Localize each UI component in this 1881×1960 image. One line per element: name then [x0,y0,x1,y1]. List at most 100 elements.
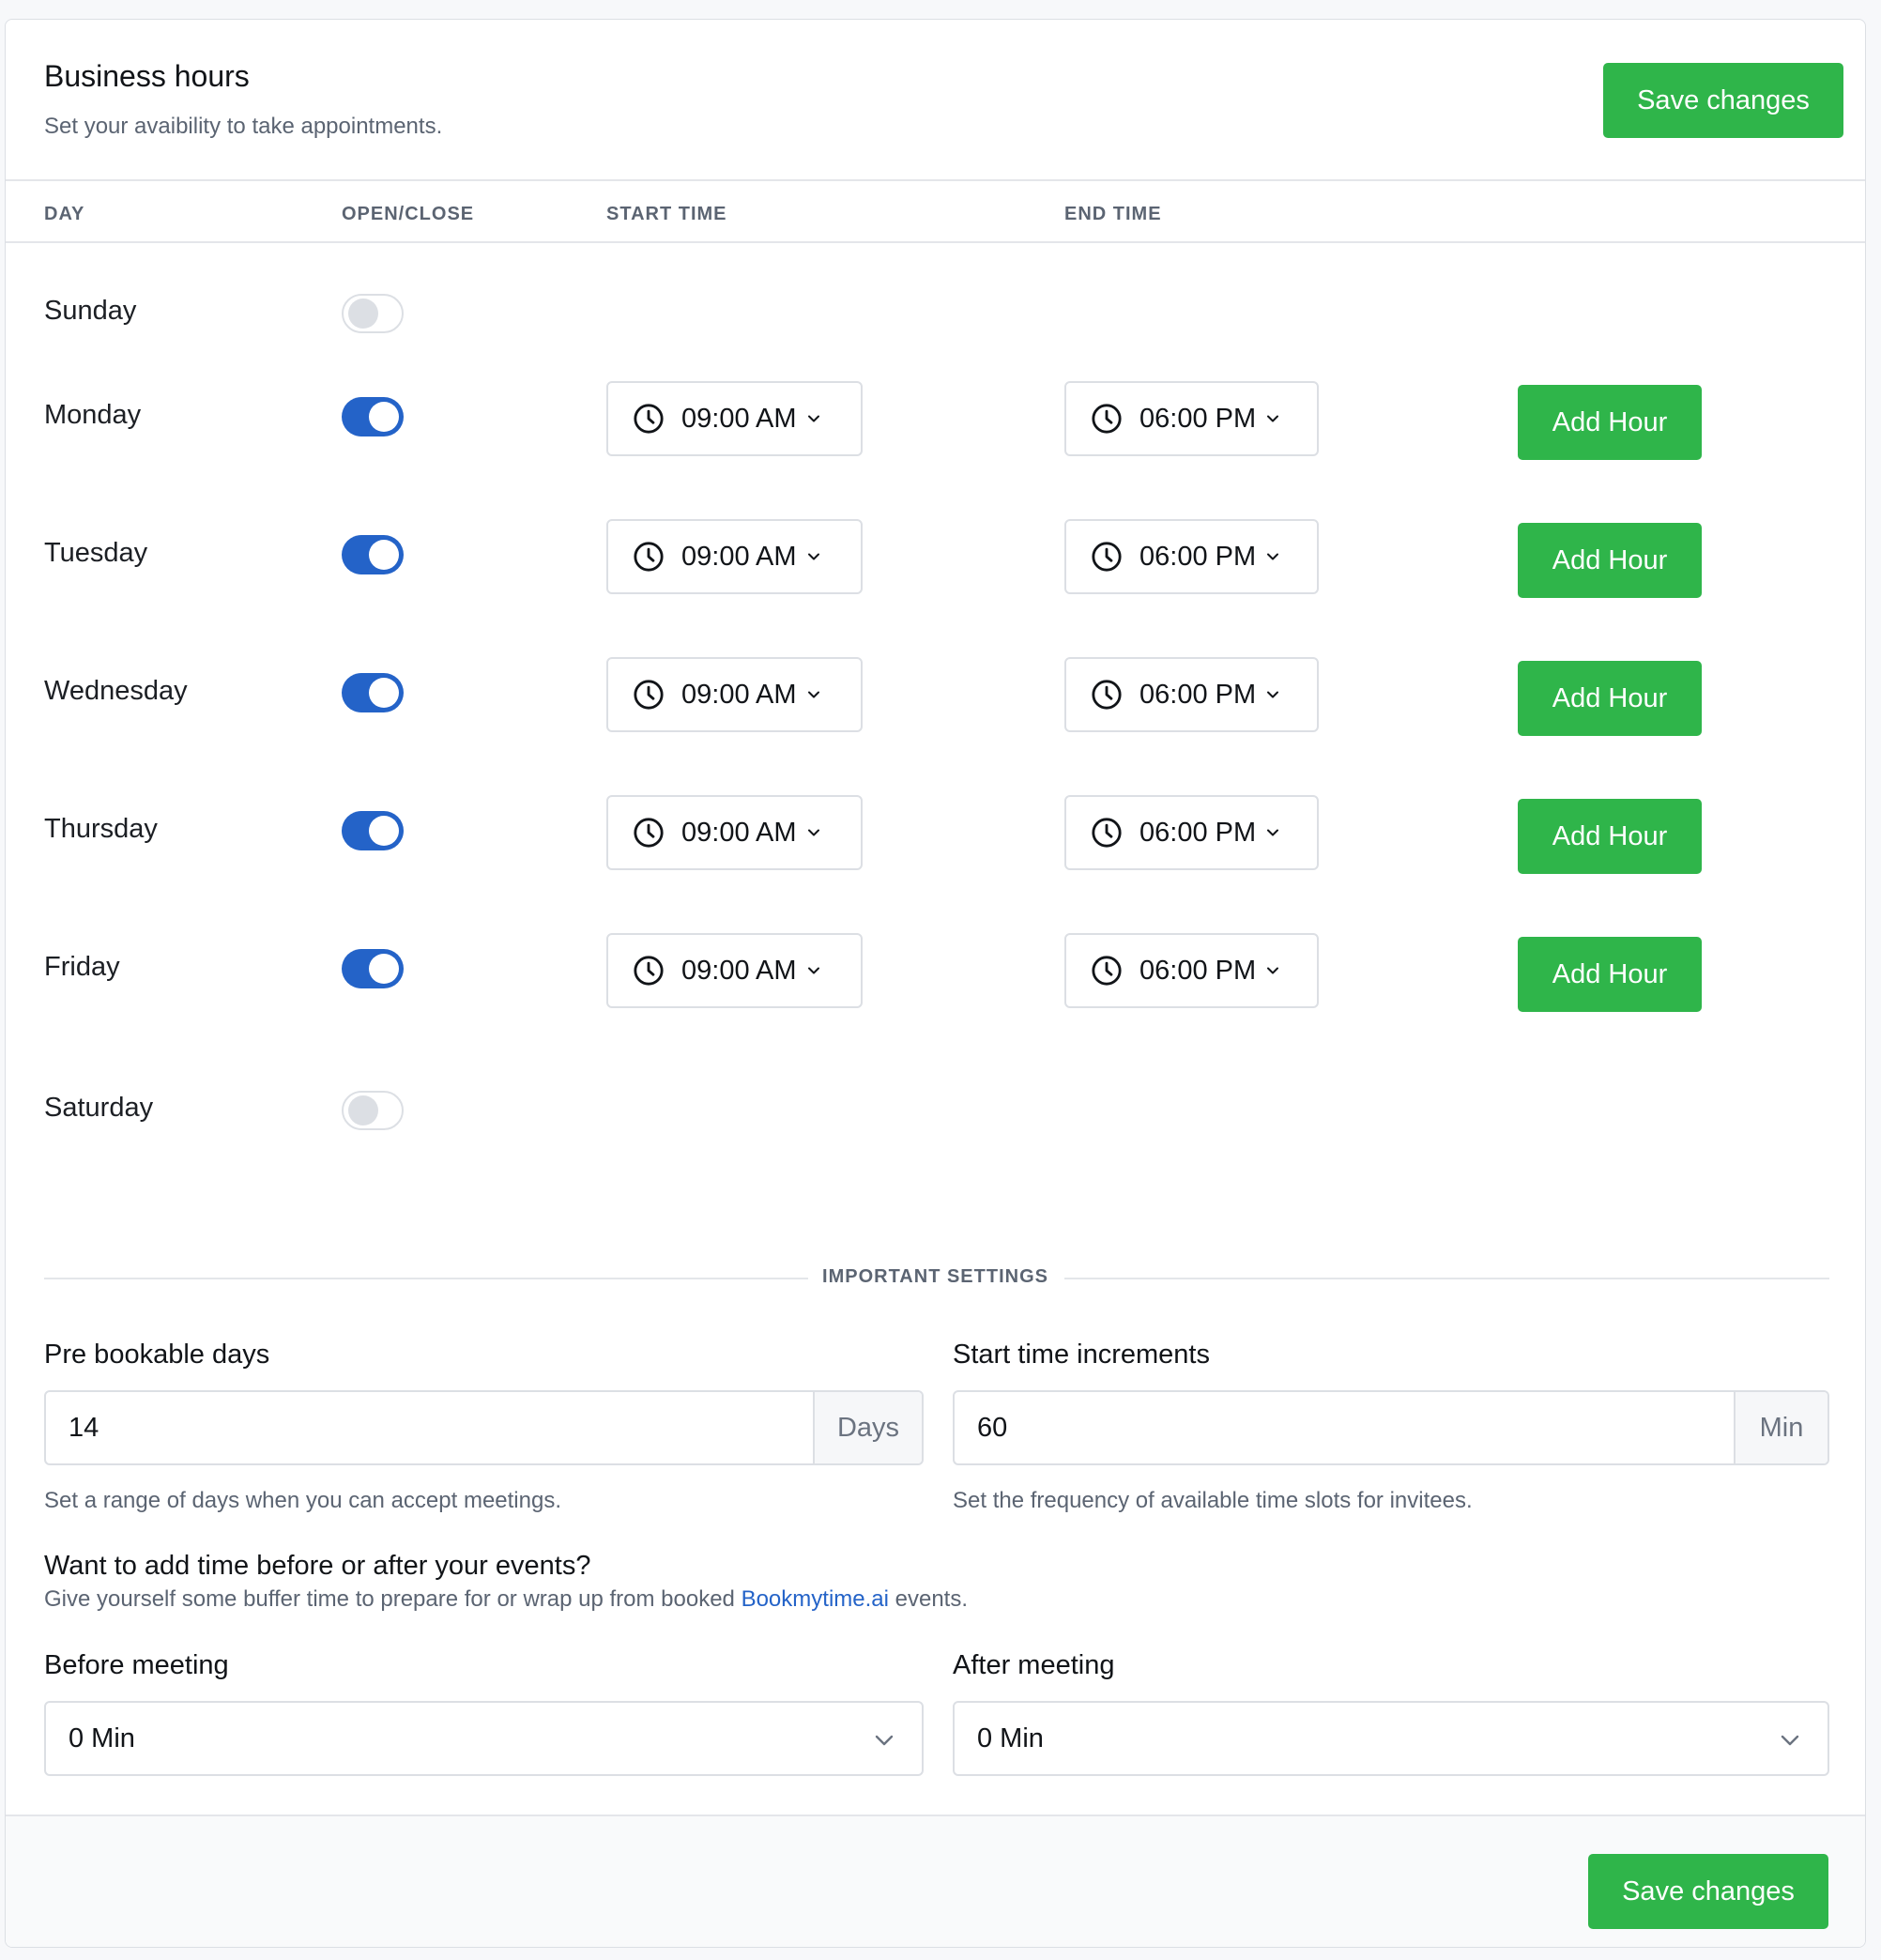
column-header-open-close: OPEN/CLOSE [342,204,475,224]
end-time-value: 06:00 PM [1139,817,1257,848]
end-time-select[interactable]: 06:00 PM [1064,519,1319,594]
start-time-value: 09:00 AM [681,679,797,710]
day-row-saturday: Saturday [6,1070,1865,1145]
after-meeting-label: After meeting [953,1650,1115,1680]
card-footer: Save changes [6,1815,1865,1947]
chevron-down-icon [1267,415,1279,422]
increments-unit: Min [1734,1392,1827,1463]
start-time-select[interactable]: 09:00 AM [606,381,863,456]
open-close-toggle[interactable] [342,673,404,712]
buffer-description-text: Give yourself some buffer time to prepar… [44,1586,742,1612]
day-row-thursday: Thursday 09:00 AM 06:00 PM Add Hour [6,795,1865,874]
buffer-description: Give yourself some buffer time to prepar… [44,1586,968,1613]
column-header-day: DAY [44,204,85,224]
day-label: Tuesday [44,538,148,568]
bookmytime-link[interactable]: Bookmytime.ai [742,1586,889,1612]
clock-icon [1092,956,1122,986]
toggle-knob [369,816,399,846]
end-time-select[interactable]: 06:00 PM [1064,381,1319,456]
save-changes-button-top[interactable]: Save changes [1603,63,1843,138]
increments-input[interactable]: 60 Min [953,1390,1829,1465]
start-time-select[interactable]: 09:00 AM [606,933,863,1008]
buffer-question: Want to add time before or after your ev… [44,1551,591,1581]
day-label: Wednesday [44,676,188,706]
start-time-value: 09:00 AM [681,955,797,986]
end-time-value: 06:00 PM [1139,955,1257,986]
day-label: Monday [44,400,142,430]
end-time-value: 06:00 PM [1139,403,1257,434]
save-changes-button-bottom[interactable]: Save changes [1588,1854,1828,1929]
start-time-value: 09:00 AM [681,403,797,434]
chevron-down-icon [1267,967,1279,974]
increments-value[interactable]: 60 [955,1392,1734,1463]
clock-icon [1092,542,1122,572]
chevron-down-icon [807,967,819,974]
open-close-toggle[interactable] [342,535,404,574]
chevron-down-icon [875,1735,894,1746]
day-row-wednesday: Wednesday 09:00 AM 06:00 PM Add Hour [6,657,1865,736]
chevron-down-icon [1267,553,1279,560]
pre-bookable-value[interactable]: 14 [46,1392,813,1463]
clock-icon [1092,404,1122,434]
day-label: Friday [44,952,120,982]
toggle-knob [369,678,399,708]
clock-icon [634,818,664,848]
pre-bookable-input[interactable]: 14 Days [44,1390,924,1465]
chevron-down-icon [807,829,819,836]
business-hours-card: Business hours Set your avaibility to ta… [5,19,1866,1948]
card-header: Business hours Set your avaibility to ta… [6,20,1865,181]
toggle-knob [348,1095,378,1125]
clock-icon [1092,818,1122,848]
chevron-down-icon [807,691,819,698]
clock-icon [634,404,664,434]
chevron-down-icon [1267,691,1279,698]
open-close-toggle[interactable] [342,811,404,850]
toggle-knob [369,540,399,570]
before-meeting-label: Before meeting [44,1650,229,1680]
toggle-knob [369,402,399,432]
end-time-select[interactable]: 06:00 PM [1064,933,1319,1008]
column-header-end-time: END TIME [1064,204,1162,224]
pre-bookable-unit: Days [813,1392,922,1463]
open-close-toggle[interactable] [342,949,404,988]
chevron-down-icon [807,553,819,560]
increments-label: Start time increments [953,1340,1210,1370]
start-time-select[interactable]: 09:00 AM [606,519,863,594]
page-title: Business hours [44,59,250,93]
add-hour-button[interactable]: Add Hour [1518,937,1702,1012]
clock-icon [1092,680,1122,710]
start-time-select[interactable]: 09:00 AM [606,657,863,732]
add-hour-button[interactable]: Add Hour [1518,523,1702,598]
before-meeting-value: 0 Min [69,1723,135,1753]
open-close-toggle[interactable] [342,294,404,333]
clock-icon [634,680,664,710]
day-label: Sunday [44,296,137,326]
open-close-toggle[interactable] [342,1091,404,1130]
page-subtitle: Set your avaibility to take appointments… [44,114,443,139]
column-header-start-time: START TIME [606,204,727,224]
before-meeting-select[interactable]: 0 Min [44,1701,924,1776]
buffer-description-end: events. [888,1586,969,1612]
day-row-sunday: Sunday [6,273,1865,348]
add-hour-button[interactable]: Add Hour [1518,661,1702,736]
toggle-knob [369,954,399,984]
end-time-value: 06:00 PM [1139,679,1257,710]
add-hour-button[interactable]: Add Hour [1518,799,1702,874]
after-meeting-select[interactable]: 0 Min [953,1701,1829,1776]
chevron-down-icon [807,415,819,422]
open-close-toggle[interactable] [342,397,404,436]
toggle-knob [348,299,378,329]
end-time-select[interactable]: 06:00 PM [1064,795,1319,870]
start-time-value: 09:00 AM [681,541,797,572]
day-label: Saturday [44,1093,154,1123]
end-time-value: 06:00 PM [1139,541,1257,572]
end-time-select[interactable]: 06:00 PM [1064,657,1319,732]
after-meeting-value: 0 Min [977,1723,1044,1753]
clock-icon [634,956,664,986]
add-hour-button[interactable]: Add Hour [1518,385,1702,460]
start-time-value: 09:00 AM [681,817,797,848]
start-time-select[interactable]: 09:00 AM [606,795,863,870]
day-row-monday: Monday 09:00 AM 06:00 PM Add Hour [6,381,1865,460]
pre-bookable-label: Pre bookable days [44,1340,270,1370]
settings-divider-label: IMPORTANT SETTINGS [822,1266,1048,1287]
